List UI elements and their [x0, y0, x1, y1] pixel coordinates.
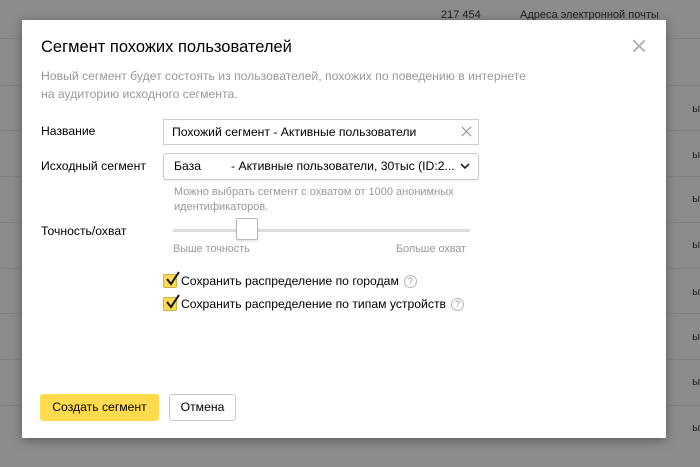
- source-segment-label: Исходный сегмент: [41, 159, 146, 173]
- check-mark-icon: [166, 294, 180, 309]
- accuracy-slider-handle[interactable]: [236, 218, 258, 240]
- bg-text-fragment: ы: [692, 103, 700, 115]
- keep-cities-label[interactable]: Сохранить распределение по городам: [181, 274, 399, 288]
- create-segment-button[interactable]: Создать сегмент: [40, 394, 159, 421]
- bg-text-fragment: ы: [692, 331, 700, 343]
- chevron-down-icon: [460, 163, 470, 170]
- source-segment-value: - Активные пользователи, 30тыс (ID:2...: [231, 159, 455, 173]
- slider-left-caption: Выше точность: [173, 243, 250, 255]
- keep-cities-checkbox[interactable]: [163, 271, 180, 288]
- accuracy-slider-track[interactable]: [173, 229, 470, 232]
- segment-name-input[interactable]: Похожий сегмент - Активные пользователи: [163, 119, 479, 145]
- check-mark-icon: [166, 271, 180, 286]
- cancel-button[interactable]: Отмена: [169, 394, 236, 421]
- keep-devices-label[interactable]: Сохранить распределение по типам устройс…: [181, 297, 446, 311]
- name-label: Название: [41, 124, 96, 138]
- bg-text-fragment: ы: [692, 239, 700, 251]
- bg-text-fragment: ы: [692, 376, 700, 388]
- source-segment-select[interactable]: База - Активные пользователи, 30тыс (ID:…: [163, 153, 479, 180]
- bg-text-fragment: ы: [692, 149, 700, 161]
- accuracy-label: Точность/охват: [41, 224, 127, 238]
- clear-input-icon[interactable]: [461, 126, 472, 137]
- bg-text-fragment: ы: [692, 286, 700, 298]
- checkbox-row-devices: Сохранить распределение по типам устройс…: [163, 294, 465, 312]
- segment-name-value: Похожий сегмент - Активные пользователи: [172, 125, 417, 139]
- help-icon[interactable]: ?: [451, 297, 465, 311]
- dialog-title: Сегмент похожих пользователей: [41, 38, 292, 56]
- help-icon[interactable]: ?: [403, 274, 417, 288]
- dialog-description: Новый сегмент будет состоять из пользова…: [41, 69, 526, 101]
- close-icon[interactable]: [632, 39, 646, 53]
- checkbox-row-cities: Сохранить распределение по городам ?: [163, 271, 417, 289]
- lookalike-segment-dialog: Сегмент похожих пользователей Новый сегм…: [22, 20, 666, 438]
- bg-text-fragment: ы: [692, 422, 700, 434]
- slider-right-caption: Больше охват: [396, 243, 467, 255]
- bg-text-fragment: ы: [692, 193, 700, 205]
- source-segment-hint: Можно выбрать сегмент с охватом от 1000 …: [174, 186, 454, 213]
- source-segment-db: База: [174, 159, 202, 173]
- keep-devices-checkbox[interactable]: [163, 294, 180, 311]
